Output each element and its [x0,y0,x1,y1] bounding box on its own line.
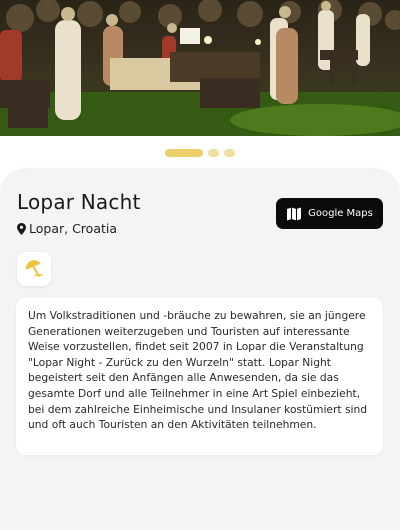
pager-dot-active[interactable] [165,149,203,157]
gallery-pager[interactable] [0,148,400,158]
map-icon [287,207,302,220]
google-maps-label: Google Maps [308,208,373,219]
event-location: Lopar, Croatia [17,221,117,236]
pager-dot[interactable] [224,149,235,157]
location-text: Lopar, Croatia [29,221,118,236]
pager-dot[interactable] [208,149,219,157]
category-badge [17,252,51,286]
event-title: Lopar Nacht [17,190,141,214]
google-maps-button[interactable]: Google Maps [276,198,383,229]
map-pin-icon [17,222,26,235]
umbrella-beach-icon [25,260,43,277]
event-description: Um Volkstraditionen und -bräuche zu bewa… [16,298,383,455]
hero-photo [0,0,400,136]
hero-image[interactable] [0,0,400,136]
